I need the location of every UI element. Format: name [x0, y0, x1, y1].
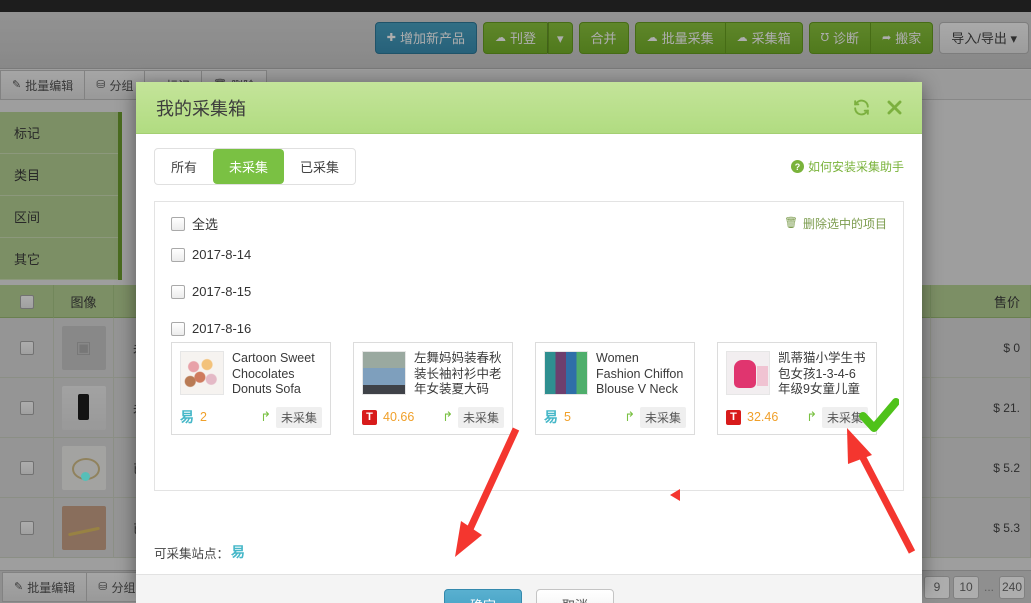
card-price: 5 [564, 410, 571, 425]
date-group-2017-8-15[interactable]: 2017-8-15 [171, 284, 887, 299]
card-state-badge[interactable]: 未采集 [821, 406, 868, 428]
close-icon[interactable] [885, 98, 904, 117]
card-footer: T 32.46 ↱ 未采集 [726, 406, 868, 428]
collect-item-cards: Cartoon Sweet Chocolates Donuts Sofa 易 2… [171, 342, 887, 435]
date-checkbox[interactable] [171, 284, 185, 299]
card-thumbnail [544, 351, 588, 395]
modal-footer: 确定 取消 [136, 574, 922, 603]
delete-selected-link[interactable]: 🗑 删除选中的项目 [784, 215, 887, 232]
install-helper-link[interactable]: ? 如何安装采集助手 [790, 158, 904, 175]
collect-card[interactable]: Cartoon Sweet Chocolates Donuts Sofa 易 2… [171, 342, 331, 435]
date-group-2017-8-14[interactable]: 2017-8-14 [171, 247, 887, 262]
card-title: Women Fashion Chiffon Blouse V Neck [596, 351, 684, 397]
date-label: 2017-8-15 [192, 284, 252, 299]
card-state-badge[interactable]: 未采集 [639, 406, 686, 428]
card-price: 40.66 [383, 410, 415, 425]
trash-icon: 🗑 [784, 217, 798, 229]
site-badge-t-icon: T [726, 409, 741, 425]
confirm-label: 确定 [470, 595, 496, 603]
select-all-checkbox-modal[interactable] [171, 216, 185, 231]
collect-card[interactable]: 凯蒂猫小学生书包女孩1-3-4-6年级9女童儿童 T 32.46 ↱ 未采集 [717, 342, 877, 435]
date-label: 2017-8-16 [192, 321, 252, 336]
cancel-label: 取消 [562, 595, 588, 603]
modal-body: 所有 未采集 已采集 ? 如何安装采集助手 全选 🗑 删除选中的项目 2017-… [136, 134, 922, 530]
share-icon[interactable]: ↱ [806, 409, 817, 425]
collect-box-modal: 我的采集箱 所有 未采集 已采集 ? 如何安装采集助手 全选 🗑 删除选中的项目… [136, 82, 922, 603]
card-top: Cartoon Sweet Chocolates Donuts Sofa [180, 351, 322, 398]
collect-card[interactable]: Women Fashion Chiffon Blouse V Neck 易 5 … [535, 342, 695, 435]
available-sites-label: 可采集站点： [154, 546, 230, 561]
modal-header-actions [852, 98, 904, 117]
card-actions: ↱ 未采集 [260, 406, 322, 428]
card-thumbnail [726, 351, 770, 395]
card-thumbnail [362, 351, 406, 395]
panel-top-row: 全选 🗑 删除选中的项目 [171, 214, 887, 233]
card-thumbnail [180, 351, 224, 395]
site-badge-yi-icon: 易 [544, 409, 558, 426]
date-checkbox[interactable] [171, 247, 185, 262]
tab-uncollected-label: 未采集 [229, 160, 269, 175]
modal-header: 我的采集箱 [136, 82, 922, 134]
available-site-yi-icon: 易 [231, 544, 246, 560]
tab-all-label: 所有 [171, 160, 198, 175]
share-icon[interactable]: ↱ [624, 409, 635, 425]
share-icon[interactable]: ↱ [260, 409, 271, 425]
modal-title: 我的采集箱 [156, 98, 246, 119]
card-top: 左舞妈妈装春秋装长袖衬衫中老年女装夏大码 [362, 351, 504, 398]
card-state-badge[interactable]: 未采集 [275, 406, 322, 428]
tab-collected[interactable]: 已采集 [284, 149, 355, 184]
card-price: 2 [200, 410, 207, 425]
install-helper-label: 如何安装采集助手 [807, 160, 904, 174]
share-icon[interactable]: ↱ [442, 409, 453, 425]
card-title: Cartoon Sweet Chocolates Donuts Sofa [232, 351, 315, 397]
modal-tabs-row: 所有 未采集 已采集 ? 如何安装采集助手 [154, 148, 904, 185]
card-top: Women Fashion Chiffon Blouse V Neck [544, 351, 686, 398]
card-state-badge[interactable]: 未采集 [457, 406, 504, 428]
select-all-row[interactable]: 全选 [171, 214, 218, 233]
question-circle-icon: ? [790, 160, 804, 173]
select-all-label: 全选 [192, 217, 219, 232]
collect-items-panel: 全选 🗑 删除选中的项目 2017-8-14 2017-8-15 2017-8-… [154, 201, 904, 491]
site-badge-yi-icon: 易 [180, 409, 194, 426]
available-sites-row: 可采集站点： 易 [136, 530, 922, 574]
card-footer: T 40.66 ↱ 未采集 [362, 406, 504, 428]
app-root: ✚ 增加新产品 ☁ 刊登 ▾ 合并 ☁ 批量采集 ☁ 采集箱 ℧ 诊断 ➦ 搬家… [0, 0, 1031, 603]
confirm-button[interactable]: 确定 [444, 588, 522, 603]
card-actions: ↱ 未采集 [624, 406, 686, 428]
card-footer: 易 2 ↱ 未采集 [180, 406, 322, 428]
card-actions: ↱ 未采集 [442, 406, 504, 428]
card-top: 凯蒂猫小学生书包女孩1-3-4-6年级9女童儿童 [726, 351, 868, 398]
collect-card[interactable]: 左舞妈妈装春秋装长袖衬衫中老年女装夏大码 T 40.66 ↱ 未采集 [353, 342, 513, 435]
card-title: 凯蒂猫小学生书包女孩1-3-4-6年级9女童儿童 [778, 351, 866, 397]
card-title: 左舞妈妈装春秋装长袖衬衫中老年女装夏大码 [414, 351, 502, 397]
tab-collected-label: 已采集 [300, 160, 340, 175]
refresh-icon[interactable] [852, 98, 871, 117]
date-group-2017-8-16[interactable]: 2017-8-16 [171, 321, 887, 336]
tab-all[interactable]: 所有 [155, 149, 213, 184]
card-actions: ↱ 未采集 [806, 406, 868, 428]
card-footer: 易 5 ↱ 未采集 [544, 406, 686, 428]
site-badge-t-icon: T [362, 409, 377, 425]
tab-uncollected[interactable]: 未采集 [213, 149, 285, 184]
delete-selected-label: 删除选中的项目 [802, 217, 887, 231]
date-label: 2017-8-14 [192, 247, 252, 262]
cancel-button[interactable]: 取消 [536, 588, 614, 603]
collect-status-tabs: 所有 未采集 已采集 [154, 148, 357, 185]
card-price: 32.46 [747, 410, 779, 425]
date-groups: 2017-8-14 2017-8-15 2017-8-16 [171, 247, 887, 336]
date-checkbox[interactable] [171, 321, 185, 336]
